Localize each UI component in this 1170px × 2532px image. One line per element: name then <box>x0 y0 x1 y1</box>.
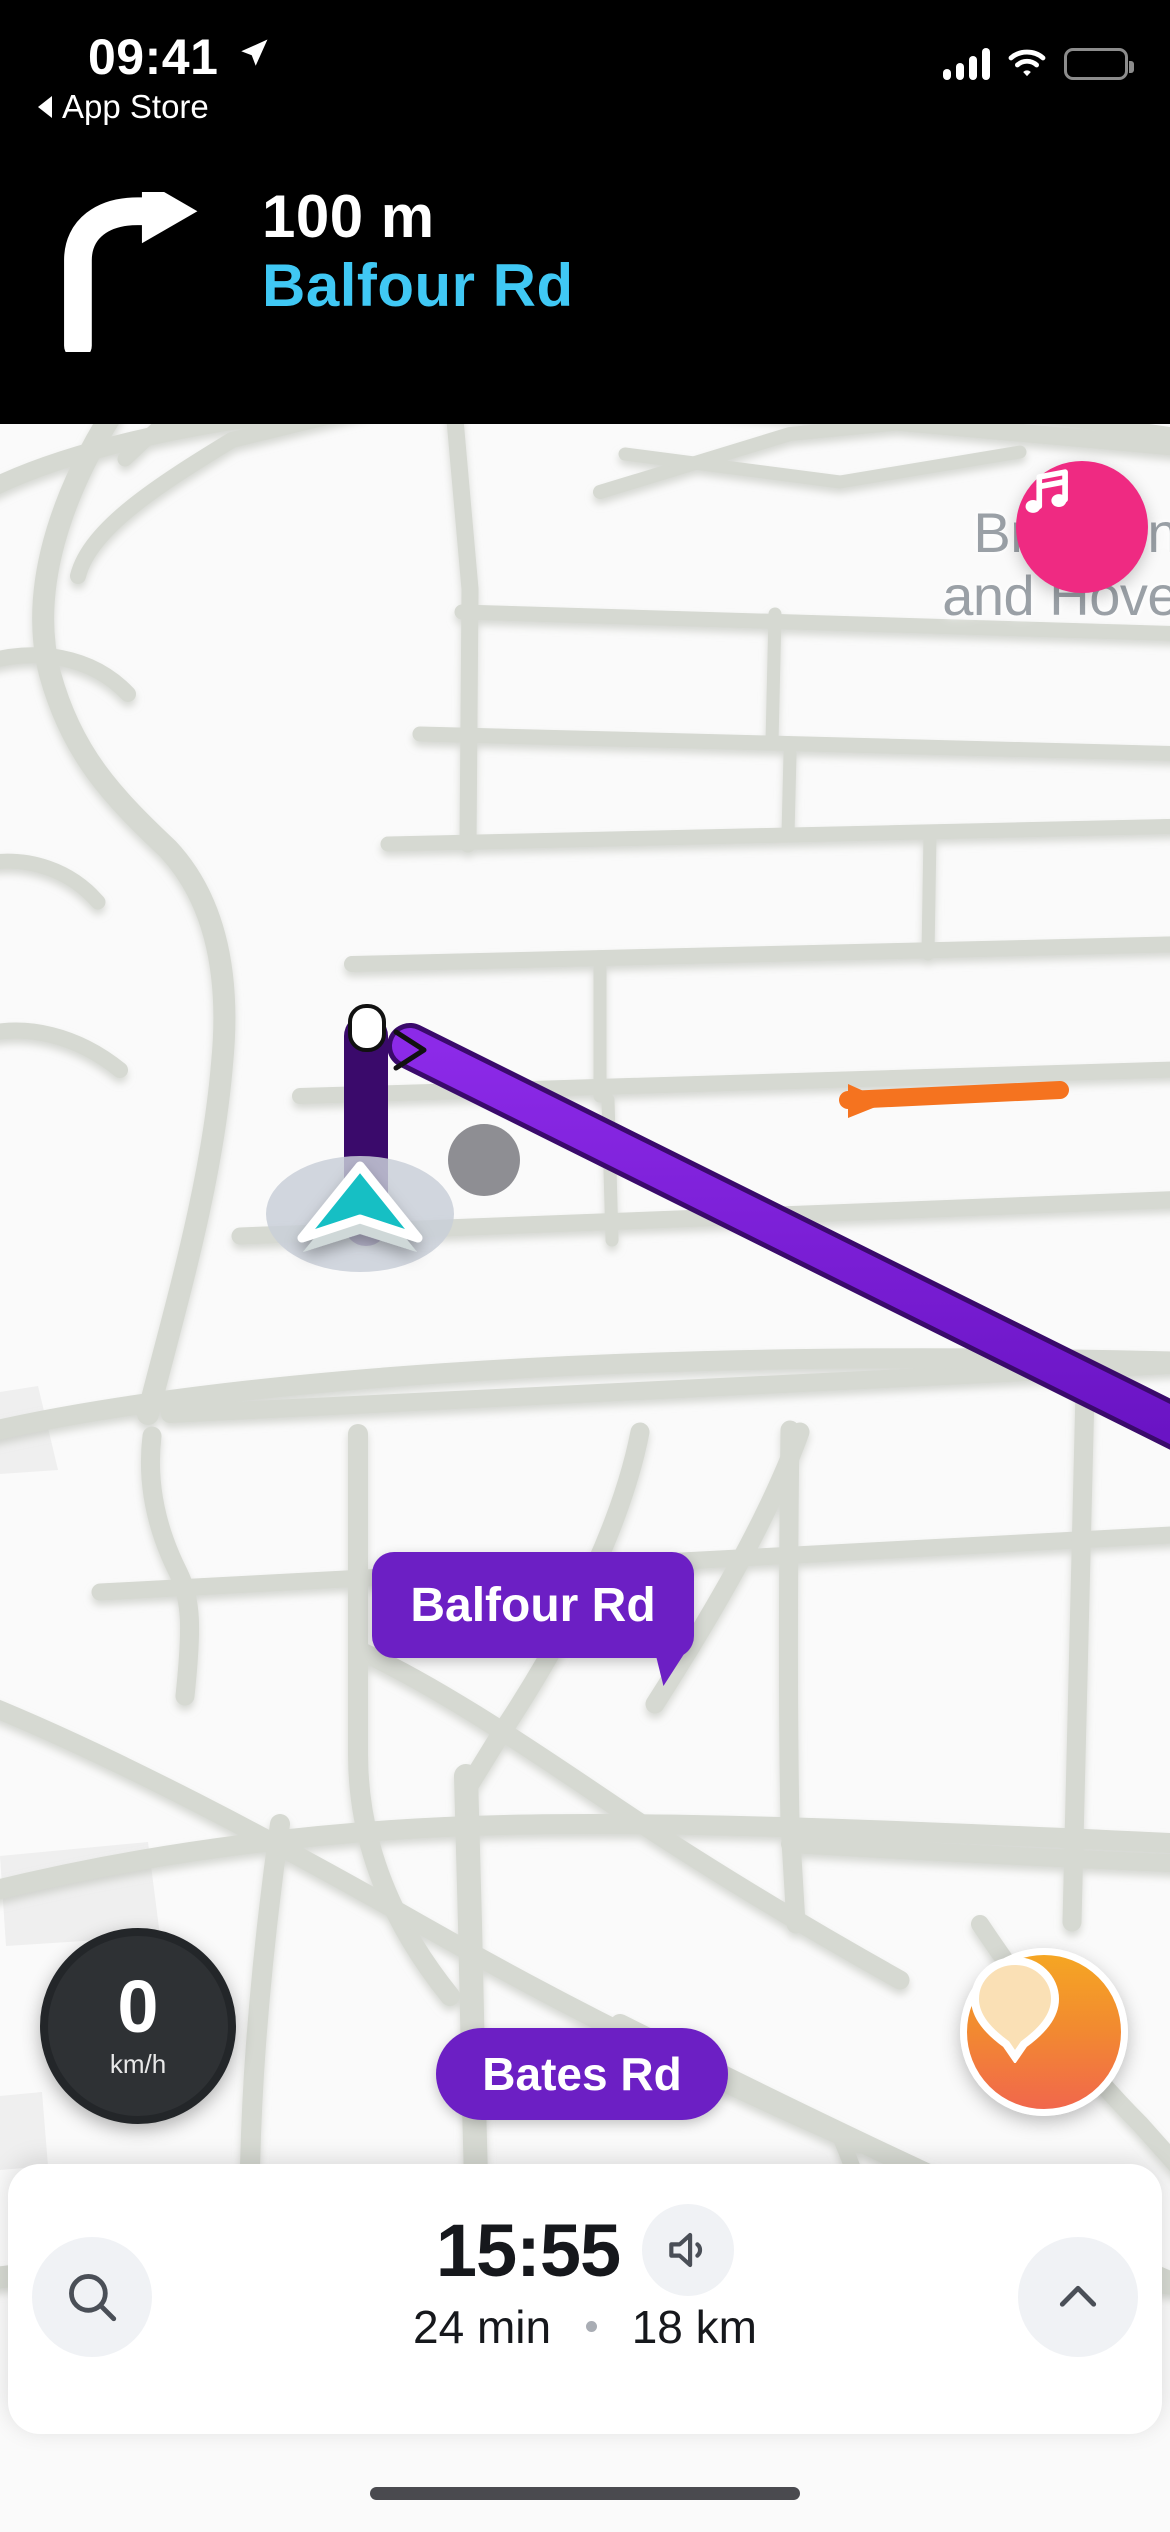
navigation-banner: 09:41 App Store 100 m Balfour Rd <box>0 0 1170 424</box>
turn-right-arrow-icon <box>64 192 198 352</box>
bottom-sheet: 15:55 24 min 18 km <box>8 2164 1162 2434</box>
speed-unit: km/h <box>109 2048 167 2079</box>
report-pin-icon <box>970 1956 1060 2063</box>
cellular-signal-icon <box>943 48 990 80</box>
back-triangle-icon <box>38 96 52 118</box>
sound-toggle-button[interactable] <box>642 2204 735 2296</box>
turn-distance: 100 m <box>262 183 435 250</box>
music-button[interactable] <box>1016 461 1148 593</box>
street-label-text: Balfour Rd <box>410 1578 656 1632</box>
speaker-on-icon <box>669 2232 703 2268</box>
speedometer-widget[interactable]: 0 km/h <box>40 1928 236 2124</box>
turn-instruction-row[interactable]: 100 m Balfour Rd <box>0 183 1170 380</box>
street-label-bates-rd[interactable]: Bates Rd <box>436 2028 728 2120</box>
street-label-balfour-rd[interactable]: Balfour Rd <box>372 1552 694 1686</box>
status-bar-indicators <box>943 48 1134 80</box>
home-indicator[interactable] <box>370 2487 800 2500</box>
battery-low-power-icon <box>1064 48 1134 80</box>
back-to-app-button[interactable]: App Store <box>38 88 209 126</box>
back-to-app-label: App Store <box>62 88 209 125</box>
turn-instruction-texts: 100 m Balfour Rd <box>262 182 574 320</box>
route-start-cap <box>348 1004 386 1052</box>
eta-arrival-time: 15:55 <box>435 2208 621 2292</box>
separator-dot <box>585 2321 597 2333</box>
wifi-icon <box>1008 49 1046 77</box>
phone-screen: Brighton and Hove Balfour Rd Bates Rd 0 … <box>0 0 1170 2532</box>
location-arrow-icon <box>241 39 268 66</box>
eta-details: 24 min 18 km <box>8 2300 1162 2354</box>
eta-block: 15:55 24 min 18 km <box>8 2204 1162 2354</box>
poi-dot-marker <box>448 1124 520 1196</box>
eta-duration: 24 min <box>413 2301 552 2353</box>
eta-distance: 18 km <box>631 2301 757 2353</box>
status-bar-time: 09:41 <box>88 29 219 85</box>
eta-time-row: 15:55 <box>8 2204 1162 2296</box>
chevron-up-icon <box>1059 2285 1097 2307</box>
music-note-icon <box>1025 469 1068 513</box>
speed-value: 0 <box>117 1965 159 2049</box>
expand-sheet-button[interactable] <box>1018 2237 1138 2357</box>
turn-street-name: Balfour Rd <box>262 252 574 319</box>
report-button[interactable] <box>960 1948 1128 2116</box>
street-label-text: Bates Rd <box>482 2048 682 2100</box>
